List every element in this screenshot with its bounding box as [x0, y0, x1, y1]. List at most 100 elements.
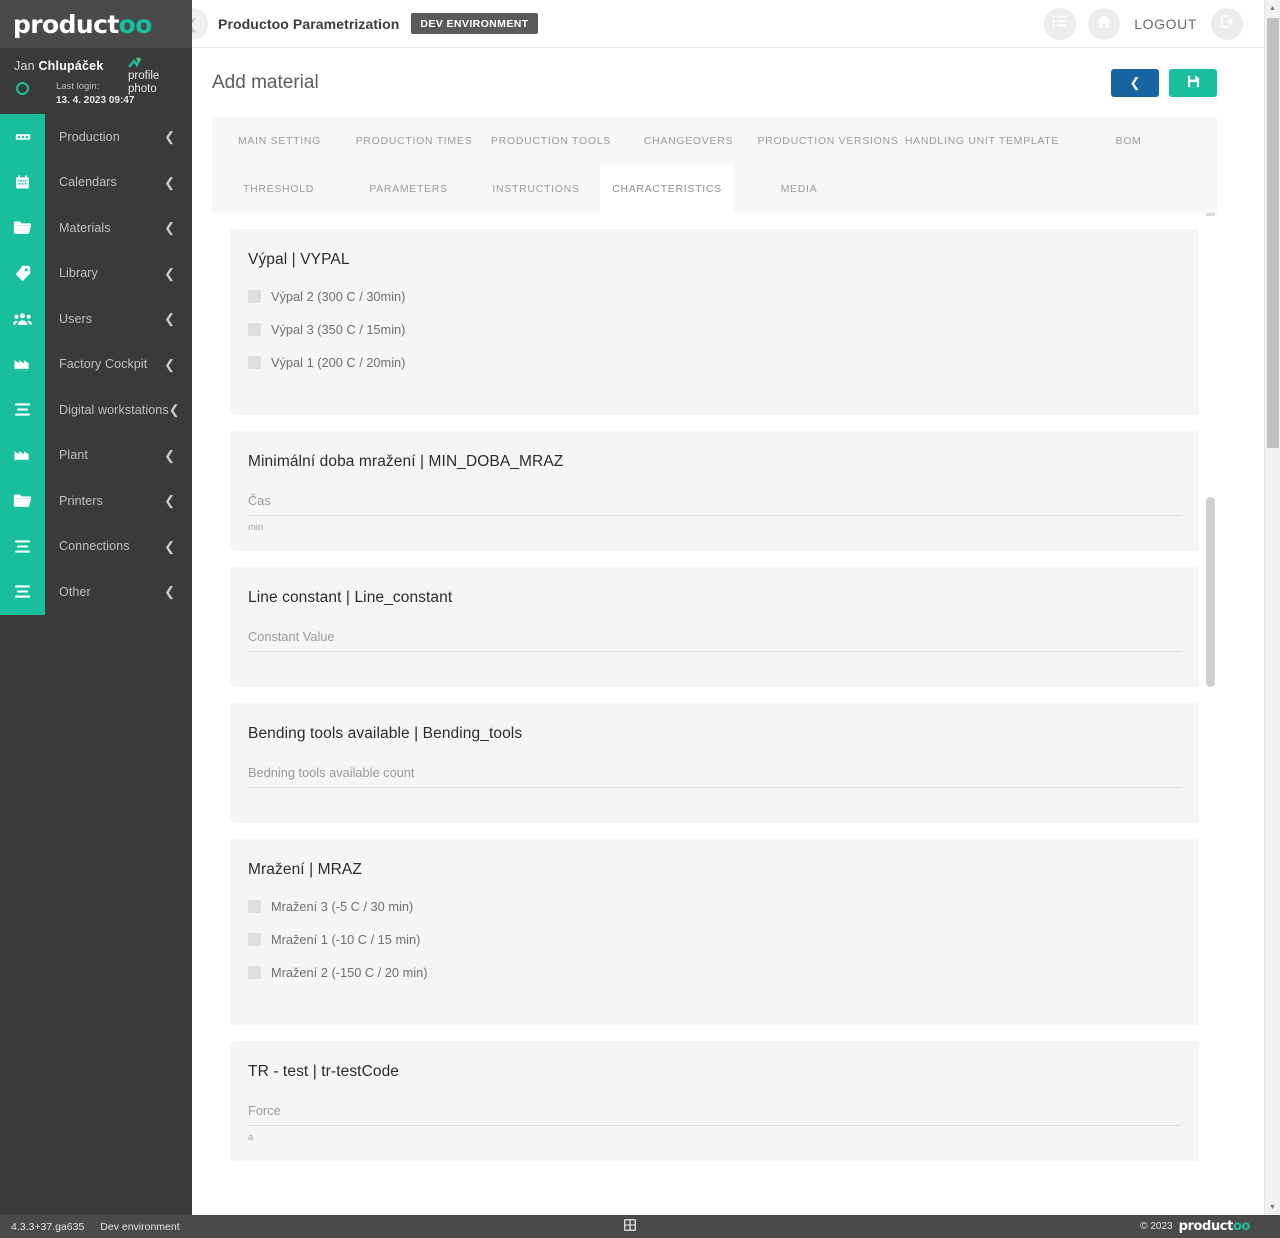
tab-bom[interactable]: BOM — [1064, 117, 1193, 165]
page-scrollbar-thumb[interactable] — [1267, 18, 1279, 448]
scroll-up-arrow-icon[interactable]: ▲ — [1265, 0, 1280, 16]
sidebar-item-plant[interactable]: Plant ❮ — [0, 432, 192, 478]
sidebar-item-label: Calendars — [59, 175, 117, 190]
tab-changeovers[interactable]: CHANGEOVERS — [621, 117, 756, 165]
sidebar-item-factory-cockpit[interactable]: Factory Cockpit ❮ — [0, 341, 192, 387]
characteristics-scrollbar[interactable] — [1206, 213, 1215, 1215]
characteristic-card-min-doba-mraz: Minimální doba mražení | MIN_DOBA_MRAZ Č… — [230, 431, 1199, 551]
input-field-constant-value[interactable]: Constant Value — [248, 629, 1181, 671]
card-title: Line constant | Line_constant — [248, 589, 453, 606]
field-label: Bedning tools available count — [248, 765, 415, 780]
checkbox-option[interactable]: Mražení 2 (-150 C / 20 min) — [248, 956, 1181, 989]
top-bar-actions: LOGOUT — [1032, 7, 1264, 40]
chevron-left-icon: ❮ — [168, 402, 180, 418]
checkbox-icon[interactable] — [248, 356, 261, 369]
chevron-left-icon: ❮ — [1129, 74, 1141, 90]
checkbox-option[interactable]: Mražení 3 (-5 C / 30 min) — [248, 890, 1181, 923]
field-label: Constant Value — [248, 629, 335, 644]
sidebar-item-printers[interactable]: Printers ❮ — [0, 478, 192, 524]
sidebar-item-materials[interactable]: Materials ❮ — [0, 205, 192, 251]
sidebar-item-other[interactable]: Other ❮ — [0, 569, 192, 615]
sidebar-item-label: Factory Cockpit — [59, 357, 148, 372]
checkbox-icon[interactable] — [248, 900, 261, 913]
sidebar-item-connections[interactable]: Connections ❮ — [0, 523, 192, 569]
chevron-left-icon: ❮ — [164, 220, 175, 236]
sidebar-item-users[interactable]: Users ❮ — [0, 296, 192, 342]
calendar-icon — [0, 159, 45, 205]
grid-view-button[interactable] — [624, 1215, 636, 1238]
field-hint: a — [248, 1132, 254, 1143]
list-icon — [0, 387, 45, 433]
app-root: productoo Jan Chlupáček Last login: 13. … — [0, 0, 1280, 1238]
scrollbar-thumb[interactable] — [1206, 497, 1215, 687]
characteristic-card-line-constant: Line constant | Line_constant Constant V… — [230, 567, 1199, 687]
tab-main-setting[interactable]: MAIN SETTING — [212, 117, 347, 165]
home-icon — [1096, 14, 1112, 34]
menu-button[interactable] — [1044, 7, 1077, 40]
app-version: 4.3.3+37.ga635 — [11, 1220, 85, 1233]
tab-instructions[interactable]: INSTRUCTIONS — [472, 165, 600, 213]
checkbox-icon[interactable] — [248, 323, 261, 336]
sidebar-item-label: Plant — [59, 448, 88, 463]
tab-panel-characteristics: Výpal | VYPAL Výpal 2 (300 C / 30min) Vý… — [212, 213, 1217, 1215]
sidebar-item-calendars[interactable]: Calendars ❮ — [0, 159, 192, 205]
input-field-force[interactable]: Force a — [248, 1103, 1181, 1145]
back-button[interactable]: ❮ — [1111, 68, 1159, 97]
tab-production-versions[interactable]: PRODUCTION VERSIONS — [756, 117, 900, 165]
checkbox-option[interactable]: Výpal 3 (350 C / 15min) — [248, 313, 1181, 346]
sidebar-item-label: Users — [59, 311, 93, 326]
sidebar-item-production[interactable]: Production ❮ — [0, 114, 192, 160]
tab-production-tools[interactable]: PRODUCTION TOOLS — [481, 117, 621, 165]
checkbox-label: Výpal 3 (350 C / 15min) — [271, 322, 406, 337]
logout-icon — [1219, 14, 1235, 34]
tab-production-times[interactable]: PRODUCTION TIMES — [347, 117, 481, 165]
sidebar-nav: Production ❮ Calendars ❮ Materials ❮ Lib… — [0, 114, 192, 615]
scroll-down-arrow-icon[interactable]: ▼ — [1265, 1199, 1280, 1215]
status-bar: 4.3.3+37.ga635 Dev environment © 2023 pr… — [0, 1215, 1280, 1238]
page-header: Add material ❮ — [192, 48, 1264, 117]
page-title: Add material — [212, 71, 319, 93]
tab-characteristics[interactable]: CHARACTERISTICS — [600, 165, 734, 213]
sidebar-item-label: Other — [59, 584, 91, 599]
logout-label[interactable]: LOGOUT — [1134, 16, 1197, 32]
checkbox-icon[interactable] — [248, 966, 261, 979]
app-title: Productoo Parametrization — [218, 15, 400, 32]
input-field-bending-tools-count[interactable]: Bedning tools available count — [248, 765, 1181, 807]
checkbox-option[interactable]: Výpal 1 (200 C / 20min) — [248, 346, 1181, 379]
tab-threshold[interactable]: THRESHOLD — [212, 165, 345, 213]
checkbox-option[interactable]: Výpal 2 (300 C / 30min) — [248, 280, 1181, 313]
productoo-logo: productoo — [13, 12, 152, 37]
home-button[interactable] — [1088, 7, 1121, 40]
characteristics-scroll-area: Výpal | VYPAL Výpal 2 (300 C / 30min) Vý… — [212, 213, 1217, 1215]
conveyor-icon — [0, 114, 45, 160]
tab-row-primary: MAIN SETTING PRODUCTION TIMES PRODUCTION… — [212, 117, 1217, 165]
card-title: Mražení | MRAZ — [248, 861, 362, 878]
sidebar-item-library[interactable]: Library ❮ — [0, 250, 192, 296]
input-field-cas[interactable]: Čas min — [248, 493, 1181, 535]
page-container: Add material ❮ MAIN SETTING PRODUCTION T… — [192, 48, 1264, 1215]
card-title: Minimální doba mražení | MIN_DOBA_MRAZ — [248, 453, 564, 470]
logo-suffix: oo — [118, 9, 153, 39]
grid-icon — [624, 1219, 636, 1234]
tab-bar: MAIN SETTING PRODUCTION TIMES PRODUCTION… — [212, 117, 1217, 213]
tab-parameters[interactable]: PARAMETERS — [345, 165, 472, 213]
tab-handling-unit-template[interactable]: HANDLING UNIT TEMPLATE — [900, 117, 1064, 165]
sidebar-brand-bar: productoo — [0, 0, 192, 48]
copyright-text: © 2023 — [1140, 1221, 1173, 1232]
profile-photo-broken-image[interactable]: profile photo — [128, 56, 172, 102]
sidebar-item-digital-workstations[interactable]: Digital workstations ❮ — [0, 387, 192, 433]
page-scrollbar[interactable]: ▲ ▼ — [1264, 0, 1280, 1215]
checkbox-icon[interactable] — [248, 290, 261, 303]
content-panel: MAIN SETTING PRODUCTION TIMES PRODUCTION… — [212, 117, 1217, 1215]
tab-media[interactable]: MEDIA — [734, 165, 864, 213]
sidebar: productoo Jan Chlupáček Last login: 13. … — [0, 0, 192, 1215]
checkbox-option[interactable]: Mražení 1 (-10 C / 15 min) — [248, 923, 1181, 956]
chevron-left-icon: ❮ — [164, 129, 175, 145]
chevron-left-icon: ❮ — [164, 447, 175, 463]
checkbox-icon[interactable] — [248, 933, 261, 946]
logout-button[interactable] — [1211, 7, 1243, 40]
chevron-left-icon: ❮ — [164, 174, 175, 190]
save-button[interactable] — [1169, 68, 1217, 97]
chevron-left-icon: ❮ — [164, 265, 175, 281]
